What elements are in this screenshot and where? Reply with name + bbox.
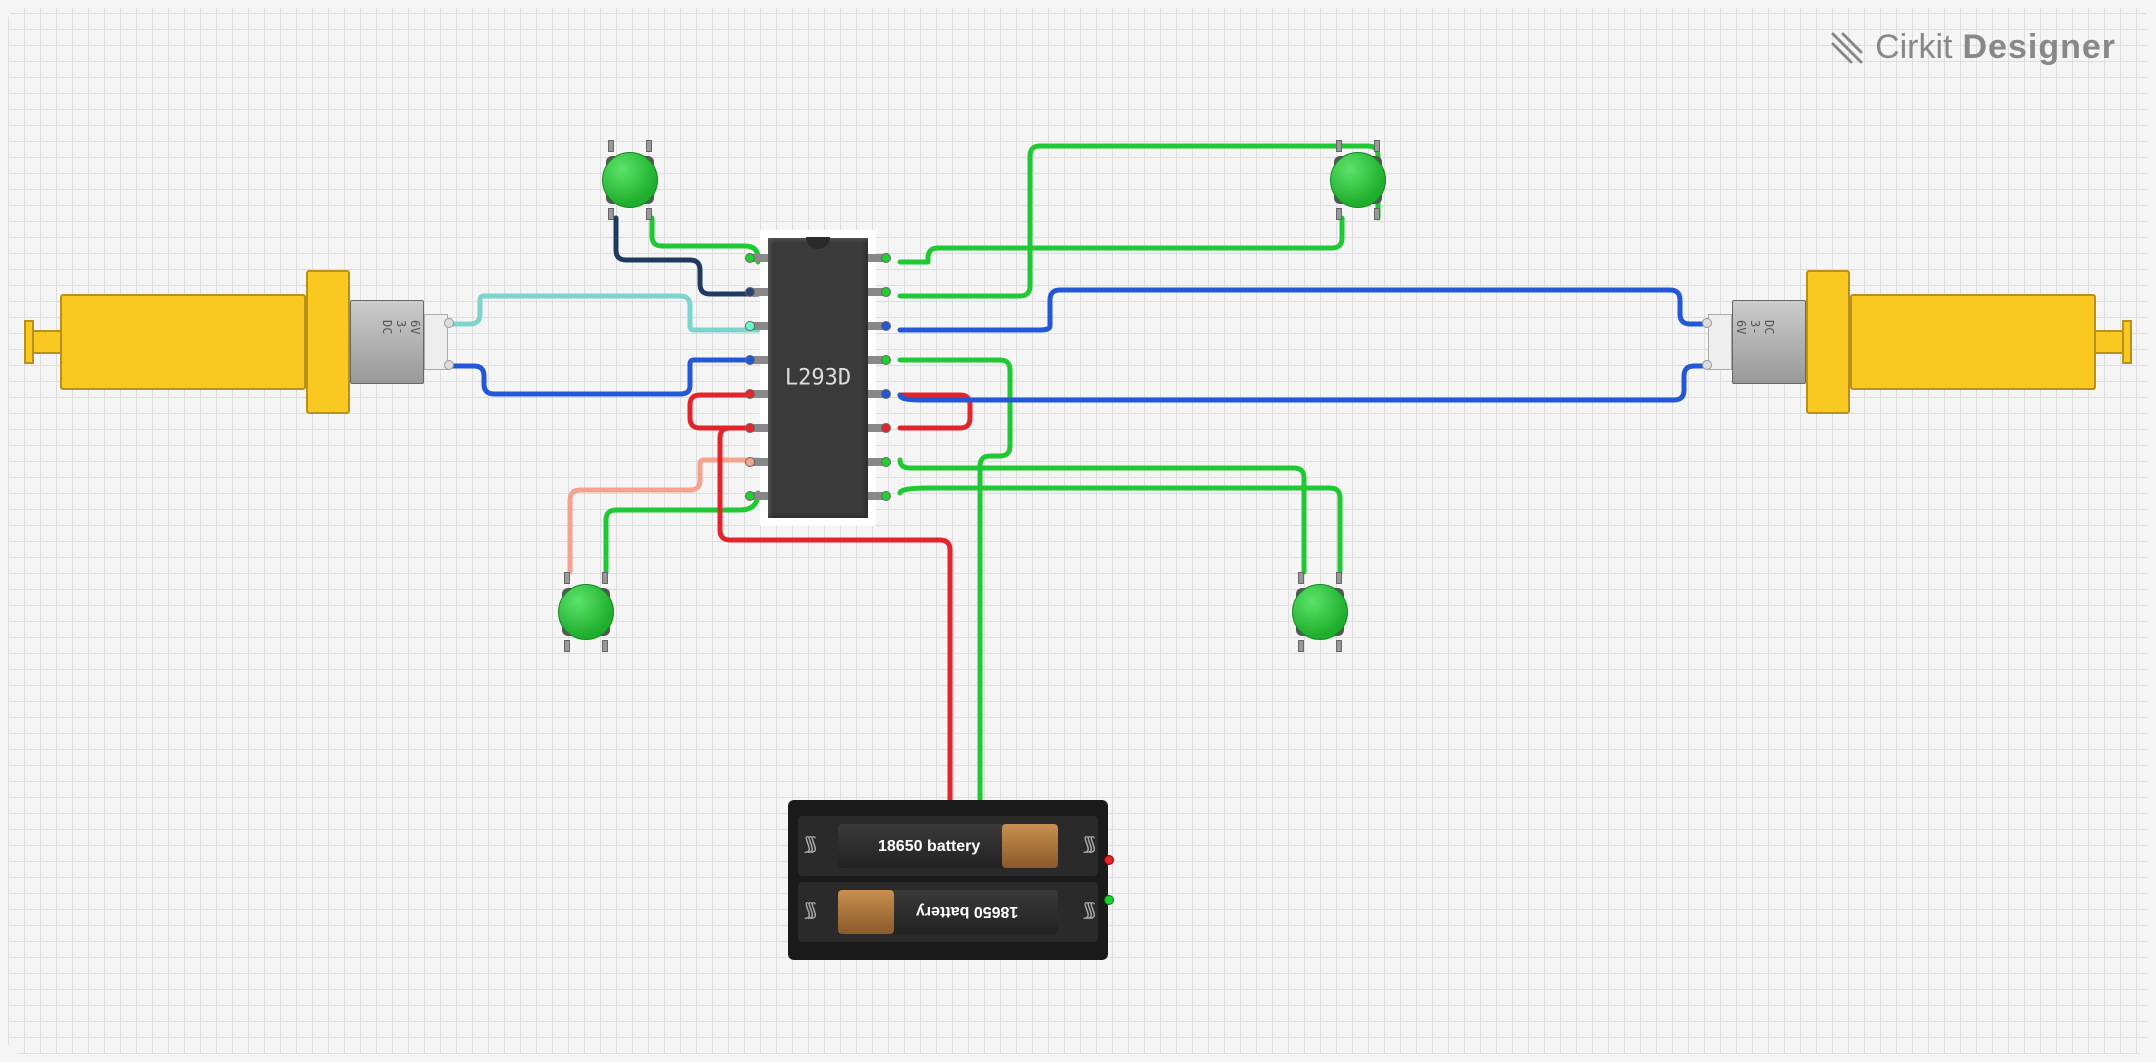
battery-cell1-label: 18650 battery <box>878 838 980 856</box>
ic-pin-12 <box>868 390 886 398</box>
ic-notch <box>806 237 830 249</box>
ic-pin-15 <box>868 288 886 296</box>
pushbutton-bottom-left[interactable] <box>554 580 618 644</box>
battery-cell-1: ⟆⟆⟆ ⟆⟆⟆ 18650 battery <box>798 816 1098 876</box>
ic-pin-9 <box>868 492 886 500</box>
cirkit-logo-icon <box>1829 30 1865 66</box>
battery-holder-18650[interactable]: ⟆⟆⟆ ⟆⟆⟆ 18650 battery ⟆⟆⟆ ⟆⟆⟆ 18650 batt… <box>788 800 1108 960</box>
ic-pin-4 <box>750 356 768 364</box>
motor-left-terminal-a <box>444 318 454 328</box>
battery-terminal-positive <box>1104 855 1114 865</box>
ic-pin-8 <box>750 492 768 500</box>
ic-pin-1 <box>750 254 768 262</box>
ic-l293d[interactable]: L293D <box>760 230 876 526</box>
ic-pin-6 <box>750 424 768 432</box>
motor-right-terminal-b <box>1702 360 1712 370</box>
ic-pin-5 <box>750 390 768 398</box>
ic-pin-10 <box>868 458 886 466</box>
pushbutton-top-left[interactable] <box>598 148 662 212</box>
ic-pin-13 <box>868 356 886 364</box>
battery-terminal-negative <box>1104 895 1114 905</box>
motor-right-terminal-a <box>1702 318 1712 328</box>
motor-left-label: DC 3-6V <box>380 320 422 334</box>
battery-cell-2: ⟆⟆⟆ ⟆⟆⟆ 18650 battery <box>798 882 1098 942</box>
pushbutton-bottom-right[interactable] <box>1288 580 1352 644</box>
ic-pin-16 <box>868 254 886 262</box>
ic-pin-2 <box>750 288 768 296</box>
pushbutton-top-right[interactable] <box>1326 148 1390 212</box>
ic-pin-3 <box>750 322 768 330</box>
ic-pin-11 <box>868 424 886 432</box>
battery-cell2-label: 18650 battery <box>916 902 1018 920</box>
ic-label: L293D <box>785 366 851 391</box>
ic-pin-14 <box>868 322 886 330</box>
motor-right-label: DC 3-6V <box>1734 320 1776 334</box>
brand-logo: Cirkit Designer <box>1829 28 2116 67</box>
ic-pin-7 <box>750 458 768 466</box>
motor-left-terminal-b <box>444 360 454 370</box>
brand-name-1: Cirkit <box>1875 28 1952 67</box>
brand-name-2: Designer <box>1963 28 2117 67</box>
